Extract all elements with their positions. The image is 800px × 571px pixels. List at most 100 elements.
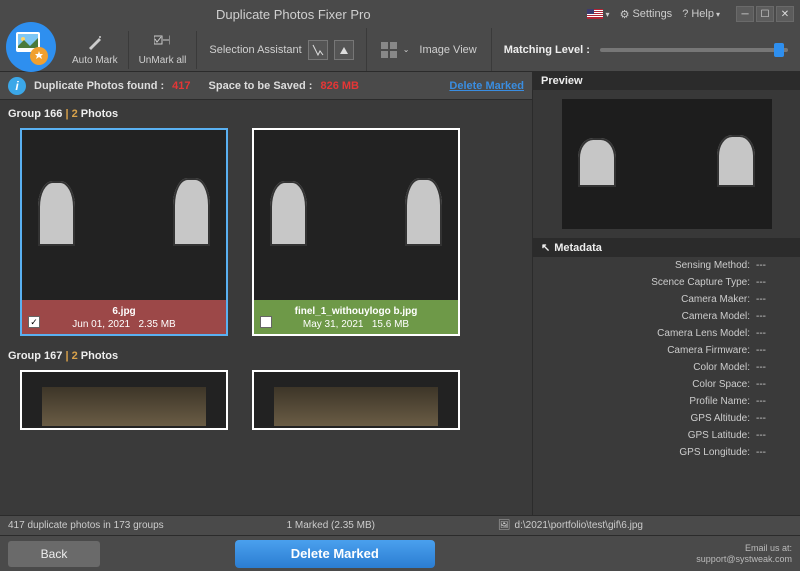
metadata-row: Camera Lens Model:--- [533, 325, 800, 342]
main-toolbar: Auto Mark UnMark all Selection Assistant… [0, 28, 800, 72]
thumbnail-image [254, 372, 458, 430]
metadata-key: Profile Name: [541, 396, 756, 407]
group-header: Group 167 | 2 Photos [0, 346, 532, 366]
metadata-key: Scence Capture Type: [541, 277, 756, 288]
metadata-row: Profile Name:--- [533, 393, 800, 410]
metadata-row: Color Model:--- [533, 359, 800, 376]
metadata-value: --- [756, 396, 792, 407]
metadata-value: --- [756, 379, 792, 390]
metadata-key: Color Space: [541, 379, 756, 390]
filename: finel_1_withouylogo b.jpg [258, 306, 454, 317]
matching-level-slider[interactable] [600, 48, 788, 52]
metadata-value: --- [756, 311, 792, 322]
metadata-value: --- [756, 277, 792, 288]
thumbnail-image [22, 130, 226, 300]
space-saved-value: 826 MB [320, 80, 359, 92]
status-filepath: 🖼 d:\2021\portfolio\test\gif\6.jpg [498, 520, 792, 531]
metadata-row: GPS Altitude:--- [533, 410, 800, 427]
grid-view-icon [381, 42, 397, 58]
metadata-value: --- [756, 294, 792, 305]
uncheck-icon [154, 34, 170, 53]
space-saved-label: Space to be Saved : [209, 80, 313, 92]
metadata-key: GPS Longitude: [541, 447, 756, 458]
close-button[interactable]: ✕ [776, 6, 794, 22]
titlebar: Duplicate Photos Fixer Pro ▾ ⚙Settings ?… [0, 0, 800, 28]
chevron-down-icon: ⌄ [403, 45, 410, 54]
selection-assistant: Selection Assistant [197, 28, 366, 71]
metadata-value: --- [756, 447, 792, 458]
stats-bar: i Duplicate Photos found : 417 Space to … [0, 72, 532, 100]
cursor-icon: ↖ [541, 241, 550, 254]
metadata-row: Camera Maker:--- [533, 291, 800, 308]
metadata-key: GPS Latitude: [541, 430, 756, 441]
selection-assistant-label: Selection Assistant [209, 44, 301, 56]
status-summary: 417 duplicate photos in 173 groups [8, 520, 164, 531]
file-icon: 🖼 [498, 520, 511, 531]
photo-card[interactable] [252, 370, 460, 430]
metadata-row: Camera Firmware:--- [533, 342, 800, 359]
status-marked: 1 Marked (2.35 MB) [184, 520, 478, 531]
preview-pane [533, 90, 800, 238]
info-icon: i [8, 77, 26, 95]
metadata-row: Scence Capture Type:--- [533, 274, 800, 291]
metadata-value: --- [756, 413, 792, 424]
app-title: Duplicate Photos Fixer Pro [6, 7, 581, 22]
wand-icon [87, 34, 103, 53]
select-checkbox[interactable] [260, 316, 272, 328]
duplicates-found-label: Duplicate Photos found : [34, 80, 164, 92]
status-bar: 417 duplicate photos in 173 groups 1 Mar… [0, 515, 800, 535]
image-view-control[interactable]: ⌄ Image View [367, 28, 492, 71]
filename: 6.jpg [26, 306, 222, 317]
footer-bar: Back Delete Marked Email us at: support@… [0, 535, 800, 571]
select-checkbox[interactable]: ✓ [28, 316, 40, 328]
group-header: Group 166 | 2 Photos [0, 104, 532, 124]
metadata-row: Color Space:--- [533, 376, 800, 393]
help-link[interactable]: ? Help▾ [682, 8, 720, 20]
metadata-header: ↖Metadata [533, 238, 800, 257]
metadata-row: GPS Longitude:--- [533, 444, 800, 461]
selection-tool-2[interactable] [334, 40, 354, 60]
settings-link[interactable]: ⚙Settings [620, 8, 673, 21]
metadata-key: Camera Model: [541, 311, 756, 322]
duplicates-found-value: 417 [172, 80, 190, 92]
minimize-button[interactable]: ─ [736, 6, 754, 22]
metadata-value: --- [756, 362, 792, 373]
unmark-all-button[interactable]: UnMark all [129, 31, 198, 69]
preview-header: Preview [533, 72, 800, 90]
preview-image [562, 99, 772, 229]
file-date: Jun 01, 2021 [72, 319, 130, 330]
auto-mark-button[interactable]: Auto Mark [62, 31, 129, 69]
metadata-row: GPS Latitude:--- [533, 427, 800, 444]
metadata-row: Camera Model:--- [533, 308, 800, 325]
back-button[interactable]: Back [8, 541, 100, 567]
photo-card[interactable] [20, 370, 228, 430]
maximize-button[interactable]: ☐ [756, 6, 774, 22]
delete-marked-button[interactable]: Delete Marked [235, 540, 435, 568]
metadata-value: --- [756, 345, 792, 356]
metadata-key: Camera Lens Model: [541, 328, 756, 339]
photo-card[interactable]: finel_1_withouylogo b.jpg May 31, 2021 1… [252, 128, 460, 336]
results-scroll[interactable]: Group 166 | 2 Photos 6.jpg Jun 01, 2021 … [0, 100, 532, 515]
language-flag-icon[interactable]: ▾ [587, 9, 610, 19]
metadata-key: Camera Firmware: [541, 345, 756, 356]
metadata-value: --- [756, 328, 792, 339]
support-email: Email us at: support@systweak.com [696, 543, 792, 565]
metadata-list[interactable]: Sensing Method:---Scence Capture Type:--… [533, 257, 800, 515]
app-logo-icon [4, 20, 58, 74]
matching-level-label: Matching Level : [504, 44, 590, 56]
delete-marked-link[interactable]: Delete Marked [449, 80, 524, 92]
metadata-row: Sensing Method:--- [533, 257, 800, 274]
gear-icon: ⚙ [620, 8, 630, 21]
metadata-key: GPS Altitude: [541, 413, 756, 424]
metadata-value: --- [756, 260, 792, 271]
metadata-key: Color Model: [541, 362, 756, 373]
metadata-key: Camera Maker: [541, 294, 756, 305]
file-date: May 31, 2021 [303, 319, 364, 330]
thumbnail-image [22, 372, 226, 430]
metadata-value: --- [756, 430, 792, 441]
file-size: 2.35 MB [138, 319, 175, 330]
metadata-key: Sensing Method: [541, 260, 756, 271]
photo-card[interactable]: 6.jpg Jun 01, 2021 2.35 MB ✓ [20, 128, 228, 336]
file-size: 15.6 MB [372, 319, 409, 330]
selection-tool-1[interactable] [308, 40, 328, 60]
